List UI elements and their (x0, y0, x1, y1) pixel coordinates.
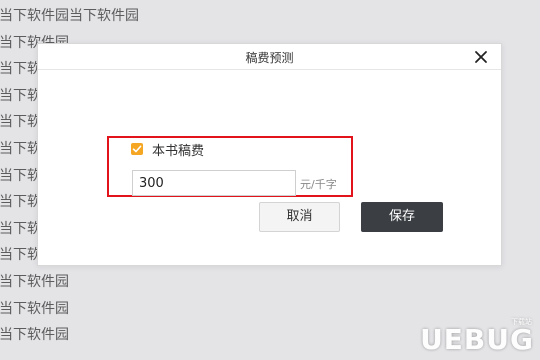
checkmark-icon (132, 145, 142, 153)
book-fee-label: 本书稿费 (152, 144, 205, 159)
background-line: 当下软件园当下软件园 (0, 8, 139, 24)
background-line: 当下软件园 (0, 273, 69, 290)
background-line: 当下软件园 (0, 300, 69, 317)
watermark-logo: UEBUG 下载站 (420, 318, 534, 356)
cancel-button[interactable]: 取消 (259, 202, 340, 232)
dialog-title: 稿费预测 (245, 51, 294, 65)
book-fee-checkbox[interactable] (131, 143, 143, 155)
close-icon[interactable] (473, 49, 489, 65)
fee-input[interactable] (132, 170, 296, 196)
save-button[interactable]: 保存 (361, 202, 443, 232)
screen: 当下软件园当下软件园 当下软件园 当下软 当下软 当下软 当下软 当下软 当下软… (0, 0, 540, 360)
fee-prediction-dialog: 稿费预测 本书稿费 元/千字 取消 保存 (37, 43, 502, 266)
watermark-subtext: 下载站 (511, 318, 532, 326)
unit-label: 元/千字 (300, 178, 337, 191)
background-line: 当下软件园 (0, 327, 69, 344)
dialog-header: 稿费预测 (38, 44, 501, 70)
watermark-text: UEBUG (420, 323, 534, 356)
